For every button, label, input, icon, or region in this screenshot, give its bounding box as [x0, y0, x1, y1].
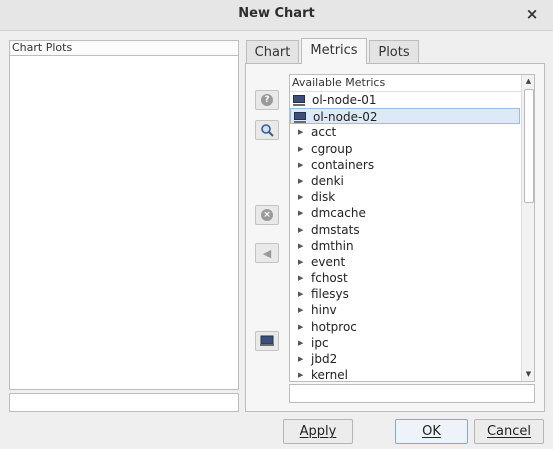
cancel-button-label: Cancel [486, 424, 532, 439]
expand-arrow-icon[interactable]: ▶ [298, 335, 303, 351]
remove-button[interactable]: × [255, 205, 279, 225]
metric-label: jbd2 [311, 352, 338, 366]
metric-item[interactable]: ▶ jbd2 [290, 351, 534, 367]
host-label: ol-node-02 [313, 110, 378, 125]
metric-label: acct [311, 125, 337, 140]
host-item[interactable]: ol-node-01 [290, 92, 534, 108]
chart-plots-input[interactable] [9, 393, 239, 412]
add-host-button[interactable] [255, 331, 279, 351]
metric-item[interactable]: ▶ cgroup [290, 141, 534, 157]
apply-button[interactable]: Apply [283, 419, 353, 444]
metric-item[interactable]: ▶ ipc [290, 335, 534, 351]
expand-arrow-icon[interactable]: ▶ [298, 222, 303, 238]
expand-arrow-icon[interactable]: ▶ [298, 189, 303, 205]
metric-label: containers [311, 157, 375, 172]
cancel-button[interactable]: Cancel [474, 419, 544, 444]
window-title: New Chart [238, 6, 315, 21]
monitor-icon [294, 112, 306, 124]
metric-label: dmthin [311, 238, 354, 253]
expand-arrow-icon[interactable]: ▶ [298, 254, 303, 270]
tab-plots[interactable]: Plots [369, 40, 419, 64]
monitor-icon [260, 335, 274, 346]
expand-arrow-icon[interactable]: ▶ [298, 238, 303, 254]
metric-item[interactable]: ▶ filesys [290, 286, 534, 302]
available-metrics-header: Available Metrics [290, 75, 534, 92]
metric-label: disk [311, 190, 336, 205]
expand-arrow-icon[interactable]: ▶ [298, 141, 303, 157]
apply-button-label: Apply [299, 424, 337, 439]
metric-label: dmstats [311, 222, 360, 237]
metrics-scrollbar[interactable]: ▲ ▼ [521, 75, 534, 381]
expand-arrow-icon[interactable]: ▶ [298, 173, 303, 189]
metric-item[interactable]: ▶ containers [290, 157, 534, 173]
close-icon[interactable]: × [523, 5, 541, 23]
expand-arrow-icon[interactable]: ▶ [298, 270, 303, 286]
metric-label: fchost [311, 271, 348, 286]
metric-item[interactable]: ▶ acct [290, 124, 534, 140]
tab-chart[interactable]: Chart [246, 40, 299, 64]
scroll-thumb[interactable] [524, 89, 534, 203]
metric-label: filesys [311, 287, 349, 302]
left-arrow-icon: ◀ [262, 246, 272, 260]
metric-label: cgroup [311, 141, 353, 156]
search-button[interactable] [255, 120, 279, 140]
metric-label: kernel [311, 368, 348, 382]
expand-arrow-icon[interactable]: ▶ [298, 367, 303, 381]
metric-item[interactable]: ▶ kernel [290, 367, 534, 382]
host-label: ol-node-01 [312, 93, 377, 107]
ok-button-label: OK [422, 424, 441, 439]
back-button[interactable]: ◀ [255, 243, 279, 263]
metric-item[interactable]: ▶ dmthin [290, 238, 534, 254]
metric-item[interactable]: ▶ dmcache [290, 205, 534, 221]
remove-icon: × [261, 209, 273, 221]
metric-item[interactable]: ▶ event [290, 254, 534, 270]
expand-arrow-icon[interactable]: ▶ [298, 302, 303, 318]
available-metrics-tree[interactable]: Available Metrics ol-node-01 ol-node-02 ▶ a… [289, 74, 535, 382]
scroll-down-icon[interactable]: ▼ [522, 368, 534, 381]
expand-arrow-icon[interactable]: ▶ [298, 157, 303, 173]
expand-arrow-icon[interactable]: ▶ [298, 319, 303, 335]
metric-label: denki [311, 173, 344, 188]
host-item[interactable]: ol-node-02 [290, 108, 520, 125]
search-icon [261, 124, 274, 137]
expand-arrow-icon[interactable]: ▶ [298, 351, 303, 367]
metrics-tree-rows: ol-node-01 ol-node-02 ▶ acct ▶ cgroup ▶ contain… [290, 92, 534, 382]
metric-item[interactable]: ▶ denki [290, 173, 534, 189]
expand-arrow-icon[interactable]: ▶ [298, 286, 303, 302]
expand-arrow-icon[interactable]: ▶ [298, 124, 303, 140]
chart-plots-header: Chart Plots [9, 40, 239, 55]
question-icon: ? [261, 94, 273, 106]
metric-item[interactable]: ▶ hotproc [290, 319, 534, 335]
metric-label: dmcache [311, 206, 366, 221]
tab-metrics[interactable]: Metrics [301, 38, 367, 64]
ok-button[interactable]: OK [395, 419, 468, 444]
monitor-icon [293, 95, 305, 106]
metric-item[interactable]: ▶ disk [290, 189, 534, 205]
metric-item[interactable]: ▶ dmstats [290, 222, 534, 238]
metric-label: hinv [311, 303, 337, 318]
metric-item[interactable]: ▶ fchost [290, 270, 534, 286]
metric-filter-input[interactable] [289, 384, 535, 403]
help-button[interactable]: ? [255, 90, 279, 110]
chart-plots-list[interactable] [9, 55, 239, 390]
metric-item[interactable]: ▶ hinv [290, 302, 534, 318]
metric-label: ipc [311, 335, 329, 350]
title-bar: New Chart × [0, 0, 553, 31]
metric-label: hotproc [311, 319, 357, 334]
scroll-up-icon[interactable]: ▲ [522, 75, 534, 88]
metric-label: event [311, 254, 346, 269]
expand-arrow-icon[interactable]: ▶ [298, 205, 303, 221]
